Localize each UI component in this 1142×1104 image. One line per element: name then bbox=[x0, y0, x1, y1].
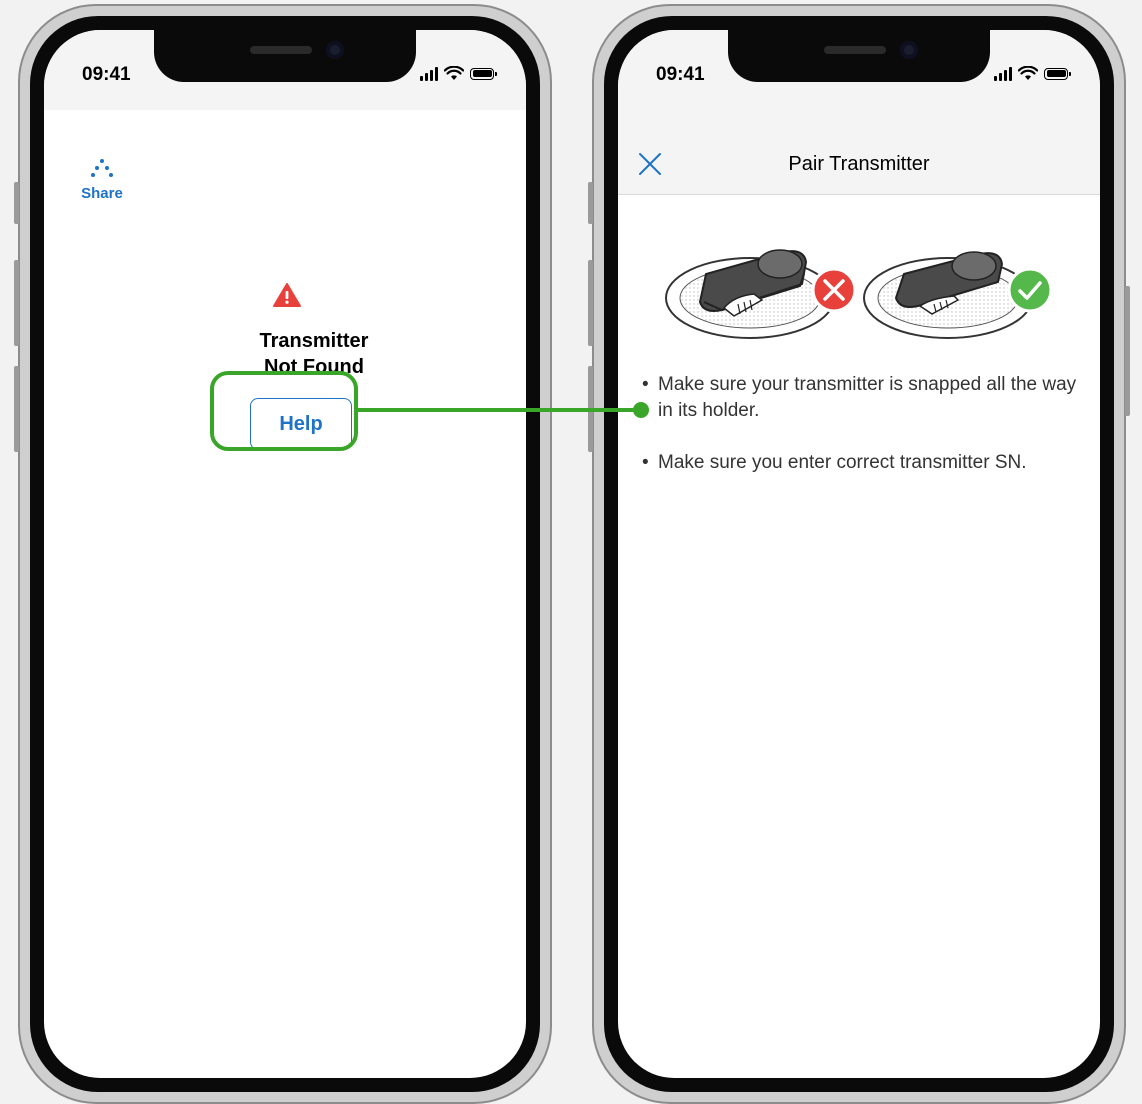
right-phone: 09:41 Pair Transmitter • Make sure your … bbox=[588, 4, 1130, 1104]
signal-icon bbox=[994, 66, 1012, 81]
transmitter-correct-illustration bbox=[863, 251, 1053, 339]
side-button bbox=[14, 182, 19, 224]
connector-dot bbox=[633, 402, 649, 418]
wifi-icon bbox=[1018, 66, 1038, 80]
volume-down-button bbox=[14, 366, 19, 452]
share-icon bbox=[91, 159, 113, 177]
status-icons bbox=[420, 66, 497, 81]
status-icons bbox=[994, 66, 1071, 81]
error-title-line1: Transmitter bbox=[259, 330, 369, 352]
battery-icon bbox=[470, 67, 497, 80]
speaker bbox=[250, 46, 312, 54]
transmitter-wrong-illustration bbox=[665, 249, 857, 339]
right-screen: 09:41 Pair Transmitter • Make sure your … bbox=[618, 30, 1100, 1078]
volume-up-button bbox=[588, 260, 593, 346]
signal-icon bbox=[420, 66, 438, 81]
power-button bbox=[1125, 286, 1130, 416]
warning-icon bbox=[273, 283, 301, 307]
nav-title: Pair Transmitter bbox=[788, 153, 930, 175]
battery-icon bbox=[1044, 67, 1071, 80]
nav-bar: Pair Transmitter bbox=[618, 110, 1100, 195]
speaker bbox=[824, 46, 886, 54]
status-time: 09:41 bbox=[656, 64, 705, 85]
left-phone: 09:41 Share Transmitter Not Found Help bbox=[14, 4, 552, 1104]
bezel: 09:41 bbox=[30, 16, 540, 1092]
help-highlight-frame bbox=[210, 371, 358, 451]
connector-line bbox=[358, 408, 640, 412]
bullet-item: Make sure you enter correct transmitter … bbox=[642, 450, 1082, 476]
camera bbox=[326, 41, 344, 59]
volume-up-button bbox=[14, 260, 19, 346]
check-circle-icon bbox=[1007, 267, 1053, 313]
share-label: Share bbox=[81, 185, 123, 202]
left-screen: 09:41 Share Transmitter Not Found Help bbox=[44, 30, 526, 1078]
side-button bbox=[588, 182, 593, 224]
help-bullet-list: Make sure your transmitter is snapped al… bbox=[642, 372, 1082, 502]
wifi-icon bbox=[444, 66, 464, 80]
x-circle-icon bbox=[811, 267, 857, 313]
status-time: 09:41 bbox=[82, 64, 131, 85]
notch bbox=[728, 30, 990, 82]
bullet-item: Make sure your transmitter is snapped al… bbox=[642, 372, 1082, 424]
bezel: 09:41 bbox=[604, 16, 1114, 1092]
camera bbox=[900, 41, 918, 59]
notch bbox=[154, 30, 416, 82]
share-button[interactable]: Share bbox=[72, 158, 132, 202]
